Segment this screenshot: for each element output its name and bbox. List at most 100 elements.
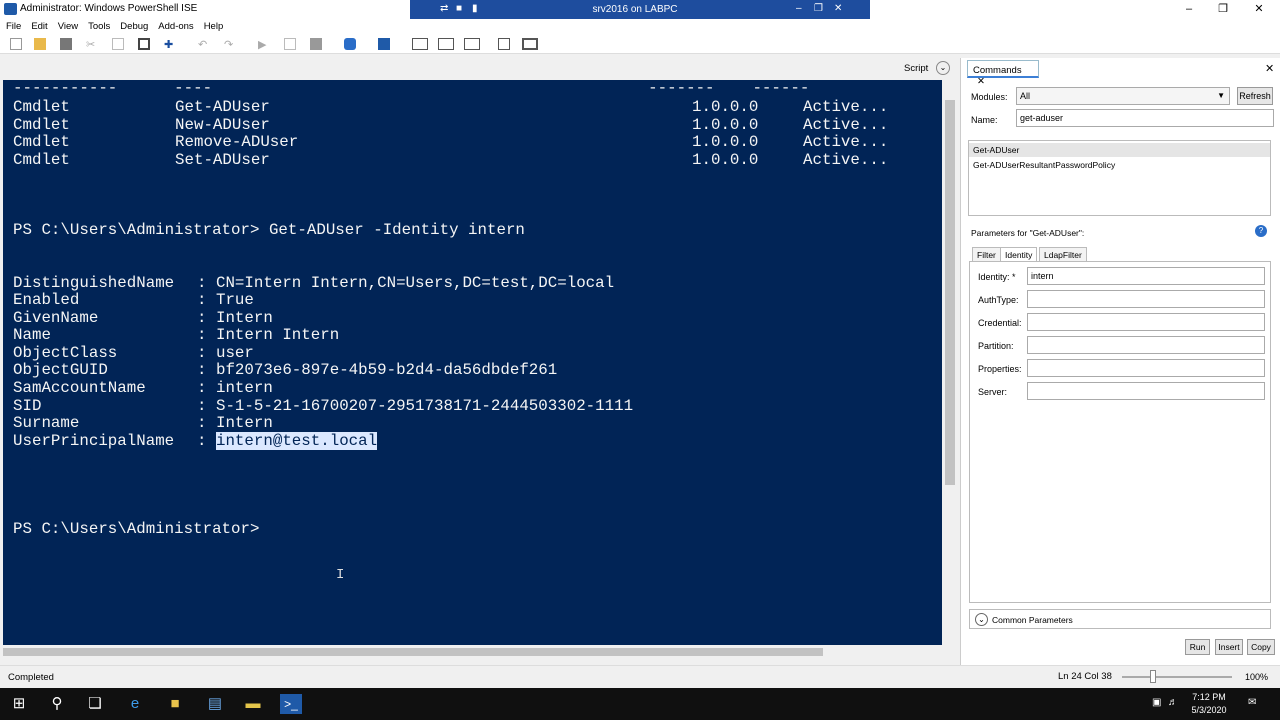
name-input[interactable]: get-aduser xyxy=(1016,109,1274,127)
property-row: DistinguishedName: CN=Intern Intern,CN=U… xyxy=(13,275,614,292)
cut-icon[interactable]: ✂ xyxy=(86,38,98,51)
zoom-slider-handle[interactable] xyxy=(1150,670,1156,683)
menu-file[interactable]: File xyxy=(6,19,21,34)
stop-icon[interactable] xyxy=(310,38,322,50)
property-row: ObjectClass: user xyxy=(13,345,254,362)
chevron-down-icon[interactable]: ⌄ xyxy=(936,61,950,75)
file-explorer-icon[interactable]: ■ xyxy=(164,694,186,714)
refresh-button[interactable]: Refresh xyxy=(1237,87,1273,105)
show-script-right-icon[interactable] xyxy=(438,38,454,50)
property-value: Intern Intern xyxy=(215,326,340,344)
menu-help[interactable]: Help xyxy=(204,19,224,34)
param-label: Identity: * xyxy=(978,272,1016,282)
ad-users-icon[interactable]: ▬ xyxy=(242,694,264,714)
close-button[interactable]: ✕ xyxy=(1244,2,1274,17)
run-script-icon[interactable]: ▶ xyxy=(258,38,270,51)
paste-icon[interactable] xyxy=(138,38,150,50)
property-key: UserPrincipalName xyxy=(13,432,175,450)
server-input[interactable] xyxy=(1027,382,1265,400)
list-item[interactable]: Get-ADUser xyxy=(969,143,1270,157)
separator: : xyxy=(197,344,216,362)
console-horizontal-scrollbar[interactable] xyxy=(3,645,942,659)
property-value: S-1-5-21-16700207-2951738171-2444503302-… xyxy=(215,397,634,415)
new-file-icon[interactable] xyxy=(10,38,22,50)
redo-icon[interactable]: ↷ xyxy=(224,38,236,51)
menu-view[interactable]: View xyxy=(58,19,78,34)
show-addon-icon[interactable] xyxy=(522,38,538,50)
undo-icon[interactable]: ↶ xyxy=(198,38,210,51)
tab-identity[interactable]: Identity xyxy=(1000,247,1038,262)
menu-edit[interactable]: Edit xyxy=(31,19,47,34)
taskbar: ⊞ ⚲ ❏ e ■ ▤ ▬ >_ ▣ ♬ 7:12 PM 5/3/2020 ✉ xyxy=(0,688,1280,720)
show-script-max-icon[interactable] xyxy=(464,38,480,50)
server-manager-icon[interactable]: ▤ xyxy=(204,694,226,714)
remote-powershell-icon[interactable] xyxy=(344,38,356,50)
property-row: SamAccountName: intern xyxy=(13,380,273,397)
property-key: SID xyxy=(13,397,42,415)
property-row: ObjectGUID: bf2073e6-897e-4b59-b2d4-da56… xyxy=(13,362,557,379)
close-panel-icon[interactable]: ✕ xyxy=(1265,62,1274,75)
common-parameters-expander[interactable]: ⌄ Common Parameters xyxy=(969,609,1271,629)
rdp-close-icon[interactable]: ✕ xyxy=(834,3,842,14)
partition-input[interactable] xyxy=(1027,336,1265,354)
menu-tools[interactable]: Tools xyxy=(88,19,110,34)
credential-input[interactable] xyxy=(1027,313,1265,331)
insert-button[interactable]: Insert xyxy=(1215,639,1243,655)
scrollbar-thumb[interactable] xyxy=(945,100,955,485)
pin-icon[interactable]: ⇄ xyxy=(440,3,448,14)
tab-filter[interactable]: Filter xyxy=(972,247,1001,262)
menu-addons[interactable]: Add-ons xyxy=(158,19,193,34)
powershell-app-icon xyxy=(4,3,17,15)
text-cursor-icon: I xyxy=(336,567,345,583)
windows-start-icon[interactable]: ⊞ xyxy=(8,694,30,714)
powershell-ise-taskbar-icon[interactable]: >_ xyxy=(280,694,302,714)
separator: : xyxy=(197,309,216,327)
open-folder-icon[interactable] xyxy=(34,38,46,50)
run-button[interactable]: Run xyxy=(1185,639,1210,655)
console-vertical-scrollbar[interactable] xyxy=(942,80,958,645)
prompt-line: PS C:\Users\Administrator> xyxy=(13,520,260,538)
tab-ldapfilter[interactable]: LdapFilter xyxy=(1039,247,1087,262)
modules-select[interactable]: All ▼ xyxy=(1016,87,1230,105)
parameters-area: Identity: * intern AuthType: Credential:… xyxy=(969,261,1271,603)
close-icon[interactable]: ✕ xyxy=(977,76,985,87)
restore-button[interactable]: ❐ xyxy=(1208,2,1238,17)
rdp-minimize-icon[interactable]: – xyxy=(796,3,802,14)
taskbar-clock[interactable]: 7:12 PM 5/3/2020 xyxy=(1184,691,1234,717)
property-row: SID: S-1-5-21-16700207-2951738171-244450… xyxy=(13,398,633,415)
authtype-input[interactable] xyxy=(1027,290,1265,308)
menu-debug[interactable]: Debug xyxy=(120,19,148,34)
zoom-slider[interactable] xyxy=(1122,676,1232,678)
copy-button[interactable]: Copy xyxy=(1247,639,1275,655)
list-item[interactable]: Get-ADUserResultantPasswordPolicy xyxy=(969,158,1270,172)
console-pane[interactable]: ----------- ---- ------- ------ Cmdlet Ge… xyxy=(3,80,942,645)
help-icon[interactable]: ? xyxy=(1255,225,1267,237)
copy-icon[interactable] xyxy=(112,38,124,50)
identity-input[interactable]: intern xyxy=(1027,267,1265,285)
separator: : xyxy=(197,326,216,344)
show-commands-icon[interactable] xyxy=(498,38,510,50)
rdp-restore-icon[interactable]: ❐ xyxy=(814,3,823,14)
chevron-down-icon[interactable]: ⌄ xyxy=(975,613,988,626)
commands-panel: Commands ✕ ✕ Modules: All ▼ Refresh Name:… xyxy=(960,58,1280,665)
run-selection-icon[interactable] xyxy=(284,38,296,50)
minimize-button[interactable]: – xyxy=(1174,2,1204,17)
clear-console-icon[interactable]: ✚ xyxy=(164,38,176,51)
powershell-icon[interactable] xyxy=(378,38,390,50)
status-text: Completed xyxy=(8,672,54,683)
clock-date: 5/3/2020 xyxy=(1191,705,1227,715)
show-script-top-icon[interactable] xyxy=(412,38,428,50)
commands-tab[interactable]: Commands ✕ xyxy=(967,60,1039,87)
script-toggle-label[interactable]: Script xyxy=(904,63,928,74)
scrollbar-thumb[interactable] xyxy=(3,648,823,656)
network-icon[interactable]: ▣ xyxy=(1152,697,1161,708)
save-icon[interactable] xyxy=(60,38,72,50)
module-row: Cmdlet Remove-ADUser 1.0.0.0 Active... xyxy=(13,133,889,151)
param-label: AuthType: xyxy=(978,295,1019,305)
task-view-icon[interactable]: ❏ xyxy=(84,694,106,714)
edge-browser-icon[interactable]: e xyxy=(124,694,146,714)
volume-icon[interactable]: ♬ xyxy=(1168,697,1178,708)
search-icon[interactable]: ⚲ xyxy=(46,694,68,714)
notifications-icon[interactable]: ✉ xyxy=(1248,697,1256,708)
properties-input[interactable] xyxy=(1027,359,1265,377)
